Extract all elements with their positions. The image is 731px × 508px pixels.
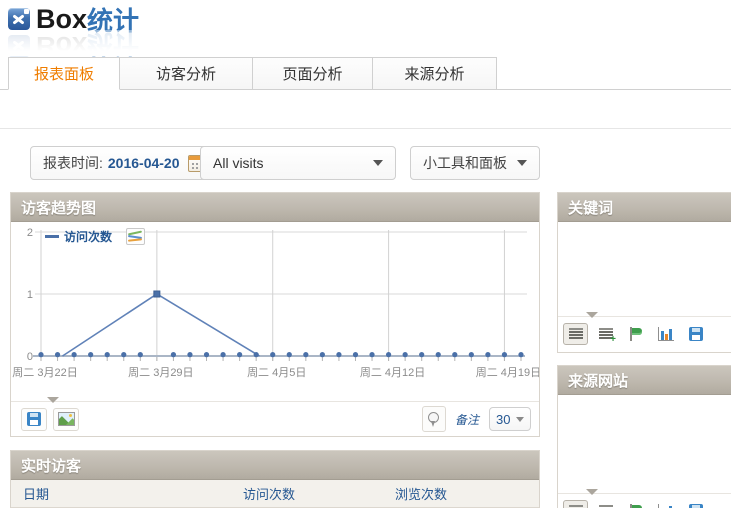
line-chart-svg: 0 1 2 周二 3月22日 周二 3月29日 周二 4月5日 周二 4月12日 周二 4月1… — [11, 222, 539, 390]
date-label: 报表时间: — [43, 153, 103, 173]
table-more-columns-icon: + — [599, 328, 613, 340]
export-button[interactable] — [21, 408, 47, 431]
annotation-pin-icon — [428, 412, 439, 427]
keywords-footer: + — [558, 316, 731, 350]
table-view-icon — [569, 328, 583, 340]
export-button[interactable] — [683, 323, 708, 345]
bar-chart-view-icon — [658, 504, 674, 508]
tab-visitors[interactable]: 访客分析 — [120, 57, 253, 90]
row-limit-select[interactable]: 30 — [489, 407, 531, 431]
export-icon — [689, 327, 703, 341]
bar-chart-view-button[interactable] — [653, 323, 678, 345]
row-limit-value: 30 — [496, 412, 510, 427]
table-more-columns-button[interactable]: + — [593, 323, 618, 345]
export-button[interactable] — [683, 500, 708, 508]
bar-chart-view-button[interactable] — [653, 500, 678, 508]
column-header-date[interactable]: 日期 — [11, 484, 231, 503]
visitor-trend-panel-header[interactable]: 访客趋势图 — [11, 193, 539, 222]
footer-expander-icon[interactable] — [47, 397, 59, 403]
box-logo-icon — [8, 8, 30, 30]
main-tabbar: 报表面板 访客分析 页面分析 来源分析 — [0, 57, 731, 90]
series-label: 访问次数 — [64, 228, 112, 245]
svg-text:周二 4月19日: 周二 4月19日 — [476, 366, 539, 379]
panel-title: 来源网站 — [568, 370, 628, 391]
keywords-empty-body — [558, 222, 731, 316]
series-color-swatch — [45, 235, 59, 238]
column-header-pageviews[interactable]: 浏览次数 — [383, 484, 539, 503]
date-value: 2016-04-20 — [108, 155, 180, 171]
widgets-and-dashboard-button[interactable]: 小工具和面板 — [410, 146, 540, 180]
table-more-columns-icon: + — [599, 505, 613, 508]
column-header-visits[interactable]: 访问次数 — [231, 484, 383, 503]
svg-text:周二 3月29日: 周二 3月29日 — [128, 366, 193, 379]
visits-evolution-chart: 访问次数 0 1 2 周二 3月22日 周二 3月29日 周二 4月5日 周二 4月12日 周… — [11, 222, 539, 394]
segment-selector-label: All visits — [213, 155, 264, 171]
logo-reflection-fade — [0, 30, 220, 56]
referrers-footer: + — [558, 493, 731, 508]
svg-text:2: 2 — [27, 227, 33, 239]
image-export-icon — [58, 412, 75, 426]
chevron-down-icon — [517, 160, 527, 166]
section-divider — [0, 128, 731, 129]
referrers-empty-body — [558, 395, 731, 493]
app-window: Box统计 Box统计 报表面板 访客分析 页面分析 来源分析 报表时间: 20… — [0, 0, 731, 508]
visitor-trend-panel: 访客趋势图 访问次数 0 1 2 周二 3月22日 周二 3月29日 周二 4月5日 周二 … — [10, 192, 540, 437]
panel-title: 访客趋势图 — [21, 197, 96, 218]
table-view-icon — [569, 505, 583, 508]
svg-text:0: 0 — [27, 351, 33, 363]
chart-footer: 备注 30 — [11, 401, 539, 436]
goals-flag-icon — [629, 504, 643, 508]
panel-title: 关键词 — [568, 197, 613, 218]
date-range-selector[interactable]: 报表时间: 2016-04-20 — [30, 146, 219, 180]
realtime-table-header: 日期 访问次数 浏览次数 — [11, 480, 539, 508]
tab-dashboard[interactable]: 报表面板 — [8, 57, 120, 90]
footer-expander-icon[interactable] — [586, 489, 598, 495]
goals-view-button[interactable] — [623, 500, 648, 508]
keywords-panel: 关键词 + — [557, 192, 731, 353]
referrers-panel-header[interactable]: 来源网站 — [558, 366, 731, 395]
bar-chart-view-icon — [658, 327, 674, 341]
svg-text:1: 1 — [27, 289, 33, 301]
keywords-panel-header[interactable]: 关键词 — [558, 193, 731, 222]
annotations-link[interactable]: 备注 — [455, 411, 479, 428]
realtime-panel-header[interactable]: 实时访客 — [11, 451, 539, 480]
annotations-button[interactable] — [422, 406, 446, 432]
table-more-columns-button[interactable]: + — [593, 500, 618, 508]
chevron-down-icon — [516, 417, 524, 422]
widgets-button-label: 小工具和面板 — [423, 153, 507, 173]
chart-legend: 访问次数 — [45, 228, 145, 245]
table-view-button[interactable] — [563, 500, 588, 508]
export-icon — [27, 412, 41, 426]
goals-flag-icon — [629, 327, 643, 341]
export-icon — [689, 504, 703, 508]
footer-expander-icon[interactable] — [586, 312, 598, 318]
svg-text:周二 3月22日: 周二 3月22日 — [12, 366, 77, 379]
svg-text:周二 4月12日: 周二 4月12日 — [360, 366, 425, 379]
table-view-button[interactable] — [563, 323, 588, 345]
metrics-picker-icon[interactable] — [126, 228, 145, 245]
realtime-visitors-panel: 实时访客 日期 访问次数 浏览次数 — [10, 450, 540, 508]
goals-view-button[interactable] — [623, 323, 648, 345]
chevron-down-icon — [373, 160, 383, 166]
svg-text:周二 4月5日: 周二 4月5日 — [247, 366, 306, 379]
segment-selector[interactable]: All visits — [200, 146, 396, 180]
export-image-button[interactable] — [53, 408, 79, 431]
panel-title: 实时访客 — [21, 455, 81, 476]
tab-referrers[interactable]: 来源分析 — [373, 57, 497, 90]
referrer-websites-panel: 来源网站 + — [557, 365, 731, 508]
tab-pages[interactable]: 页面分析 — [253, 57, 373, 90]
